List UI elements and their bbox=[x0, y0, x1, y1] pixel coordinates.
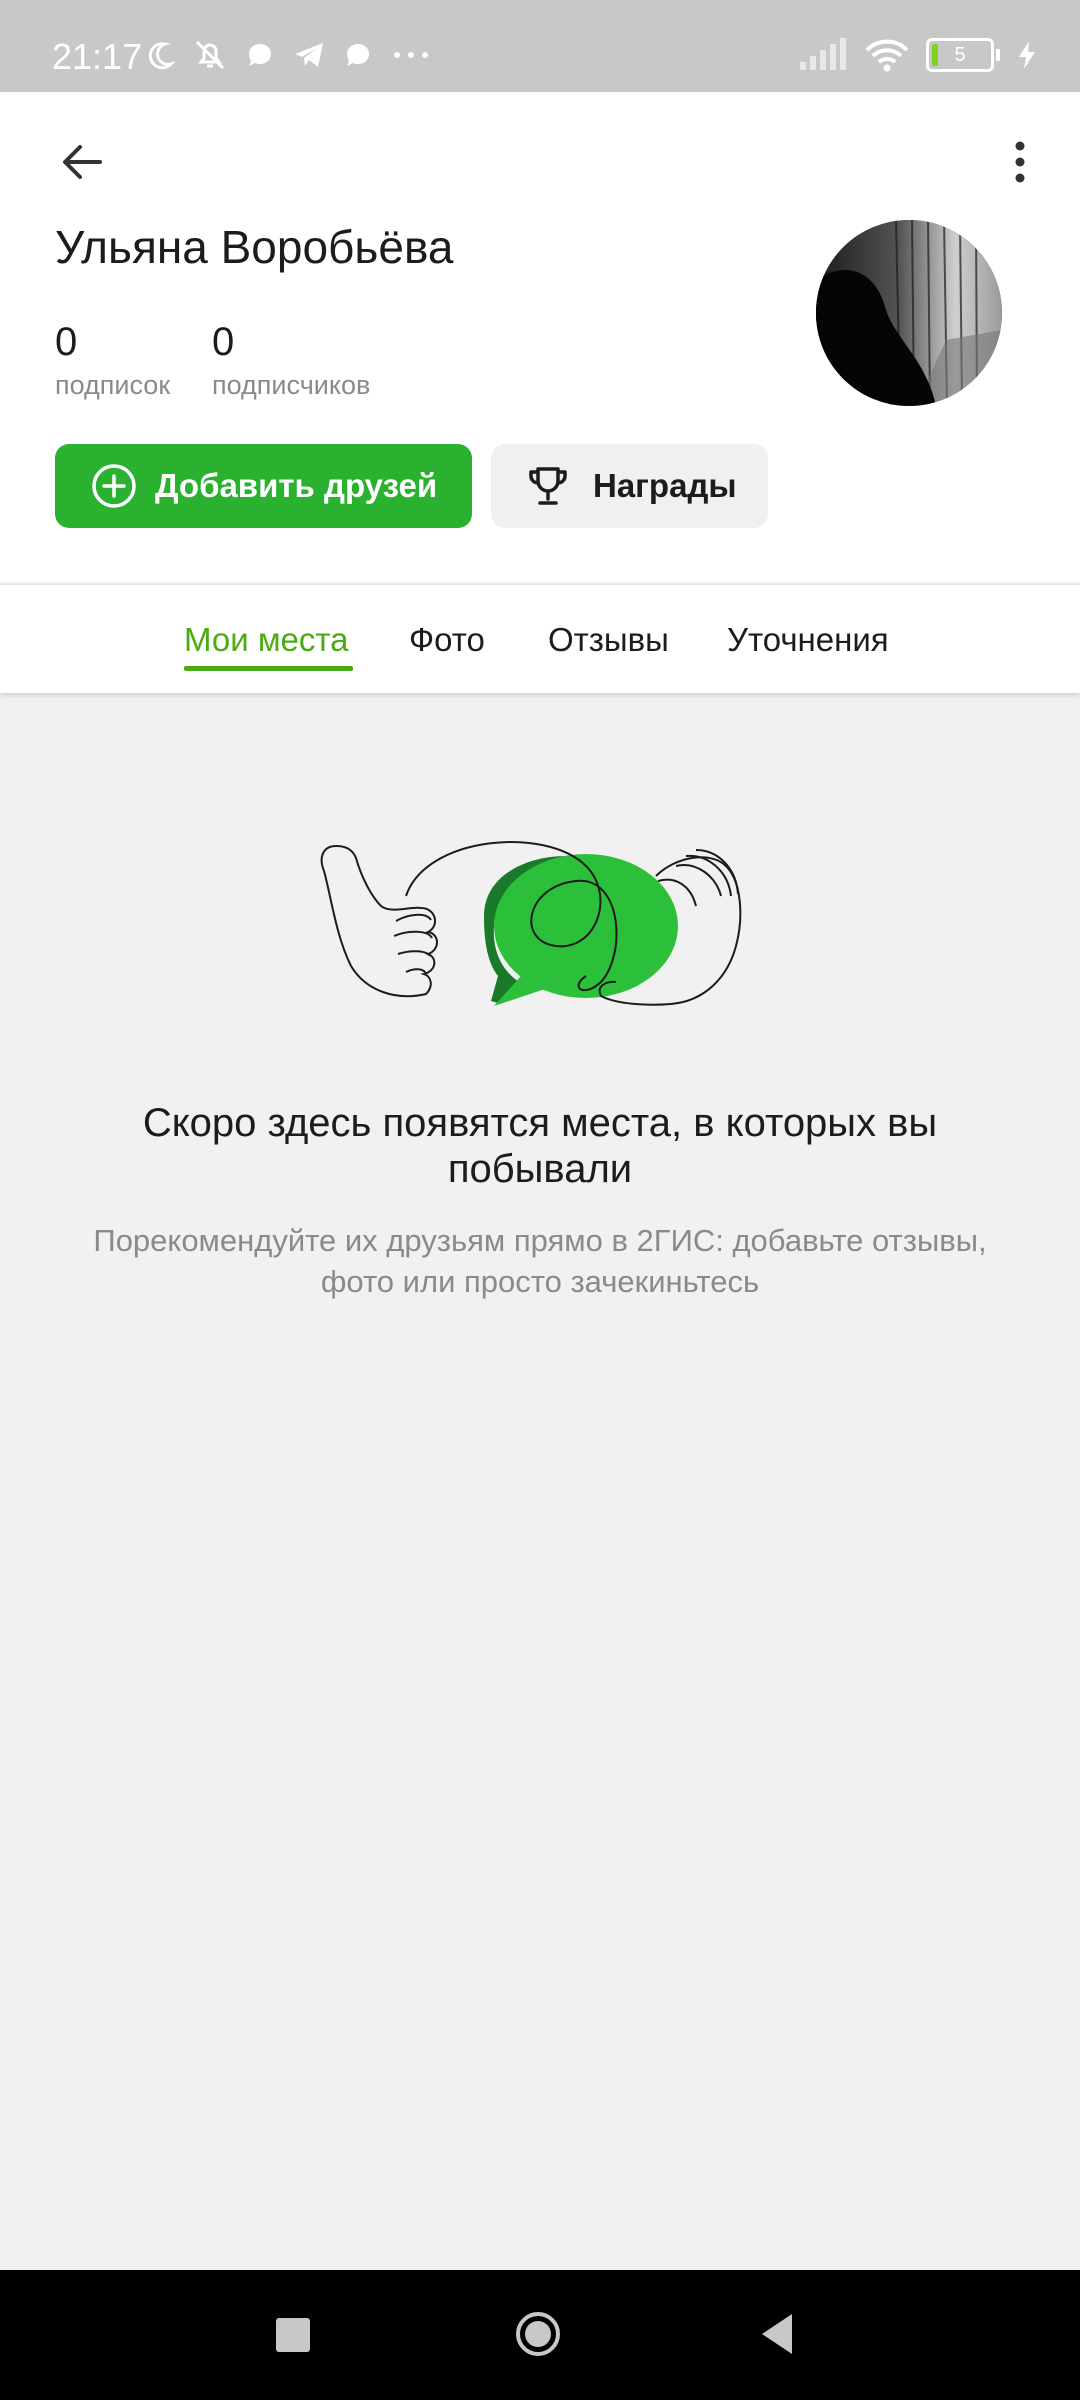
awards-label: Награды bbox=[593, 467, 737, 504]
vertical-dots-icon bbox=[1015, 141, 1025, 183]
avatar-photo bbox=[816, 220, 1002, 406]
avatar[interactable] bbox=[816, 220, 1002, 406]
tab-clarifications[interactable]: Уточнения bbox=[727, 621, 889, 659]
more-dots-icon bbox=[394, 52, 428, 58]
recent-apps-button[interactable] bbox=[276, 2318, 310, 2352]
tab-reviews[interactable]: Отзывы bbox=[548, 621, 669, 659]
tab-photo[interactable]: Фото bbox=[409, 621, 485, 659]
battery-level: 5 bbox=[954, 43, 966, 66]
status-time: 21:17 bbox=[52, 36, 143, 77]
active-tab-indicator bbox=[184, 666, 353, 671]
plus-circle-icon bbox=[92, 464, 136, 508]
system-icons: 5 bbox=[798, 38, 1038, 72]
following-label: подписок bbox=[55, 370, 171, 400]
following-stat[interactable]: 0 подписок bbox=[55, 320, 170, 401]
battery-icon: 5 bbox=[926, 38, 1000, 72]
chat-bubble-icon bbox=[347, 44, 369, 66]
empty-state-title: Скоро здесь появятся места, в которых вы… bbox=[142, 1101, 938, 1191]
status-bar: 21:17 5 bbox=[0, 0, 1080, 92]
trophy-icon bbox=[529, 467, 567, 505]
more-menu-button[interactable] bbox=[990, 132, 1050, 192]
moon-icon bbox=[148, 42, 175, 70]
telegram-icon bbox=[295, 43, 323, 67]
system-nav-bar bbox=[0, 2270, 1080, 2400]
nav-back-button[interactable] bbox=[760, 2312, 794, 2356]
followers-stat[interactable]: 0 подписчиков bbox=[212, 320, 370, 401]
followers-count: 0 bbox=[212, 320, 235, 364]
empty-state-illustration bbox=[320, 841, 742, 1006]
charging-icon bbox=[1019, 41, 1035, 69]
wifi-icon bbox=[865, 39, 909, 72]
add-friends-label: Добавить друзей bbox=[155, 467, 438, 504]
followers-label: подписчиков bbox=[212, 370, 371, 400]
signal-icon bbox=[800, 38, 846, 70]
profile-header: Ульяна Воробьёва 0 подписок 0 подписчико… bbox=[0, 92, 1080, 582]
back-button[interactable] bbox=[52, 132, 112, 192]
arrow-left-icon bbox=[63, 145, 102, 179]
tab-my-places[interactable]: Мои места bbox=[184, 621, 348, 659]
add-friends-button[interactable]: Добавить друзей bbox=[55, 444, 472, 528]
home-button[interactable] bbox=[514, 2310, 562, 2358]
notification-icons bbox=[145, 38, 431, 72]
bell-off-icon bbox=[195, 40, 225, 70]
profile-name: Ульяна Воробьёва bbox=[55, 221, 454, 273]
following-count: 0 bbox=[55, 320, 78, 364]
awards-button[interactable]: Награды bbox=[491, 444, 768, 528]
chat-bubble-icon bbox=[249, 44, 271, 66]
profile-tabs: Мои места Фото Отзывы Уточнения bbox=[0, 584, 1080, 693]
empty-state-subtitle: Порекомендуйте их друзьям прямо в 2ГИС: … bbox=[93, 1223, 987, 1299]
